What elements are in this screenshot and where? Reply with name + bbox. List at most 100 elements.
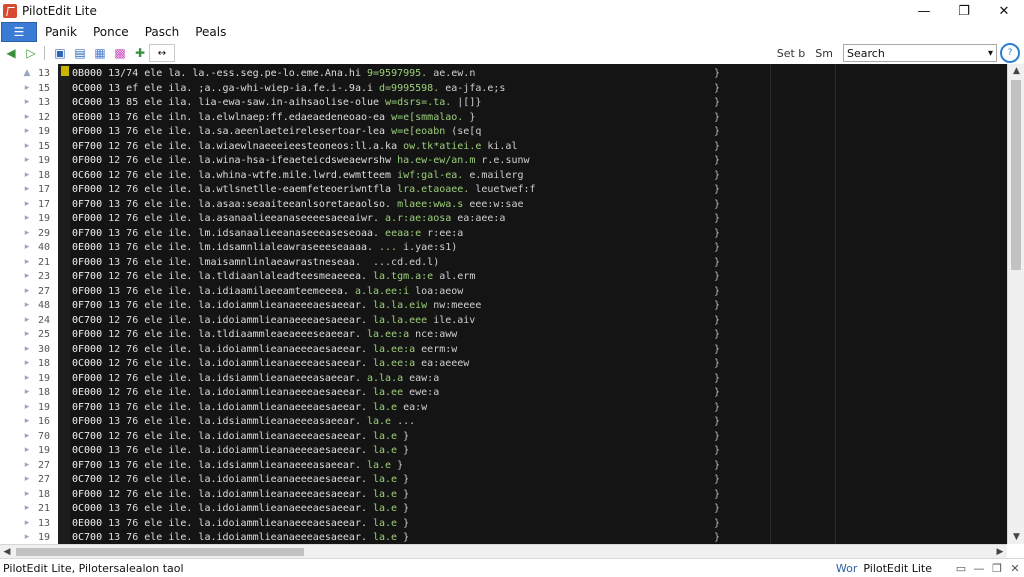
code-line[interactable]: 0F000 12 76 ele ile. la.wtlsnetlle-eaemfe… — [72, 184, 712, 197]
expand-arrow-icon[interactable]: ▸ — [22, 112, 32, 122]
code-line[interactable]: 0F700 13 76 ele ile. la.asaa:seaaiteeanls… — [72, 199, 712, 212]
code-line[interactable]: 0C000 12 76 ele ile. la.idoiammlieanaeeea… — [72, 358, 712, 371]
expand-arrow-icon[interactable]: ▸ — [22, 358, 32, 368]
save-icon[interactable]: ▣ — [51, 44, 69, 62]
code-line[interactable]: 0F000 12 76 ele ile. la.idsiammlieanaeeea… — [72, 373, 712, 386]
expand-arrow-icon[interactable]: ▸ — [22, 286, 32, 296]
fold-marker-icon[interactable] — [61, 66, 69, 76]
expand-arrow-icon[interactable]: ▸ — [22, 489, 32, 499]
sm-label[interactable]: Sm — [815, 47, 833, 60]
forward-icon[interactable]: ▷ — [22, 44, 40, 62]
code-line[interactable]: 0F000 12 76 ele ile. la.asanaalieeanaseee… — [72, 213, 712, 226]
expand-arrow-icon[interactable]: ▸ — [22, 184, 32, 194]
search-input[interactable]: Search ▾ — [843, 44, 997, 62]
expand-arrow-icon[interactable]: ▸ — [22, 228, 32, 238]
app-menu-button[interactable]: ☰ — [1, 22, 37, 42]
code-line[interactable]: 0E000 13 76 ele ile. la.idoiammlieanaeeea… — [72, 518, 712, 531]
menu-item-pasch[interactable]: Pasch — [137, 25, 188, 39]
code-line[interactable]: 0B000 13/74 ele la. la.-ess.seg.pe-lo.eme… — [72, 68, 712, 81]
image-icon[interactable]: ▦ — [91, 44, 109, 62]
restore-icon[interactable]: ❐ — [988, 559, 1006, 577]
expand-arrow-icon[interactable]: ▸ — [22, 271, 32, 281]
expand-arrow-icon[interactable]: ▸ — [22, 344, 32, 354]
code-line[interactable]: 0F000 12 76 ele ile. la.tldiaammleaeaeees… — [72, 329, 712, 342]
maximize-button[interactable]: ❐ — [944, 0, 984, 22]
menu-item-panik[interactable]: Panik — [37, 25, 85, 39]
open-icon[interactable]: ▤ — [71, 44, 89, 62]
expand-arrow-icon[interactable]: ▸ — [22, 141, 32, 151]
expand-arrow-icon[interactable]: ▸ — [22, 213, 32, 223]
minus-icon[interactable]: — — [970, 559, 988, 577]
code-line[interactable]: 0F700 13 76 ele ile. la.idoiammlieanaeeea… — [72, 402, 712, 415]
expand-arrow-icon[interactable]: ▸ — [22, 155, 32, 165]
expand-arrow-icon[interactable]: ▸ — [22, 373, 32, 383]
code-line[interactable]: 0C000 13 85 ele ila. lia-ewa-saw.in-aihsa… — [72, 97, 712, 110]
code-line[interactable]: 0E000 13 76 ele iln. la.elwlnaep:ff.edaea… — [72, 112, 712, 125]
chevron-down-icon[interactable]: ▾ — [988, 48, 993, 59]
expand-arrow-icon[interactable]: ▸ — [22, 126, 32, 136]
scroll-left-icon[interactable]: ◀ — [0, 545, 14, 559]
search-go-icon[interactable]: ? — [1000, 43, 1020, 63]
code-line[interactable]: 0E000 12 76 ele ile. la.idoiammlieanaeeea… — [72, 387, 712, 400]
menu-item-ponce[interactable]: Ponce — [85, 25, 137, 39]
code-line[interactable]: 0F000 13 76 ele ile. la.idiaamilaeeamteem… — [72, 286, 712, 299]
scroll-up-icon[interactable]: ▲ — [1008, 64, 1024, 78]
expand-arrow-icon[interactable]: ▸ — [22, 431, 32, 441]
expand-arrow-icon[interactable]: ▸ — [22, 445, 32, 455]
code-line[interactable]: 0C600 12 76 ele ile. la.whina-wtfe.mile.l… — [72, 170, 712, 183]
expand-arrow-icon[interactable]: ▸ — [22, 416, 32, 426]
code-line[interactable]: 0F000 12 76 ele ile. la.wina-hsa-ifeaetei… — [72, 155, 712, 168]
expand-arrow-icon[interactable]: ▸ — [22, 242, 32, 252]
expand-arrow-icon[interactable]: ▸ — [22, 170, 32, 180]
code-line[interactable]: 0C700 12 76 ele ile. la.idoiammlieanaeeea… — [72, 431, 712, 444]
expand-arrow-icon[interactable]: ▸ — [22, 474, 32, 484]
code-line[interactable]: 0F700 13 76 ele ile. lm.idsanaalieeanasee… — [72, 228, 712, 241]
expand-arrow-icon[interactable]: ▸ — [22, 257, 32, 267]
expand-arrow-icon[interactable]: ▸ — [22, 518, 32, 528]
code-line[interactable]: 0C700 13 76 ele ile. la.idoiammlieanaeeea… — [72, 532, 712, 544]
vertical-scrollbar[interactable]: ▲ ▼ — [1007, 64, 1024, 544]
expand-arrow-icon[interactable]: ▸ — [22, 300, 32, 310]
code-line[interactable]: 0F000 13 76 ele ile. la.sa.aeenlaeteirele… — [72, 126, 712, 139]
close-icon[interactable]: ✕ — [1006, 559, 1024, 577]
chart-icon[interactable]: ▩ — [111, 44, 129, 62]
menu-item-peals[interactable]: Peals — [187, 25, 234, 39]
back-icon[interactable]: ◀ — [2, 44, 20, 62]
code-line[interactable]: 0C000 13 76 ele ile. la.idoiammlieanaeeea… — [72, 503, 712, 516]
scroll-right-icon[interactable]: ▶ — [993, 545, 1007, 559]
code-line[interactable]: 0C000 13 76 ele ile. la.idoiammlieanaeeea… — [72, 445, 712, 458]
code-line[interactable]: 0C700 12 76 ele ile. la.idoiammlieanaeeea… — [72, 315, 712, 328]
code-line[interactable]: 0F700 12 76 ele ile. la.wiaewlnaeeeieeste… — [72, 141, 712, 154]
close-button[interactable]: ✕ — [984, 0, 1024, 22]
code-line[interactable]: 0F000 12 76 ele ile. la.idoiammlieanaeeea… — [72, 344, 712, 357]
code-editor[interactable]: ▲ 13 ▸ 15 ▸ 13 ▸ 12 ▸ 19 ▸ 15 ▸ 19 ▸ 18 ▸ 17 ▸ 17 ▸ 19 ▸ 29 ▸ 40 ▸… — [0, 64, 1007, 544]
expand-arrow-icon[interactable]: ▸ — [22, 329, 32, 339]
expand-arrow-icon[interactable]: ▸ — [22, 199, 32, 209]
code-line[interactable]: 0E000 13 76 ele ile. lm.idsamnlialeawrase… — [72, 242, 712, 255]
expand-arrow-icon[interactable]: ▸ — [22, 532, 32, 542]
code-line[interactable]: 0C000 13 ef ele ila. ;a..ga-whi-wiep-ia.f… — [72, 83, 712, 96]
status-mode[interactable]: Wor — [836, 562, 857, 575]
pin-icon[interactable]: ✚ — [131, 44, 149, 62]
expand-arrow-icon[interactable]: ▸ — [22, 83, 32, 93]
set-b-label[interactable]: Set b — [777, 47, 806, 60]
expand-arrow-icon[interactable]: ▸ — [22, 315, 32, 325]
expand-arrow-icon[interactable]: ▸ — [22, 402, 32, 412]
expand-arrow-icon[interactable]: ▸ — [22, 460, 32, 470]
minimize-button[interactable]: — — [904, 0, 944, 22]
expand-arrow-icon[interactable]: ▸ — [22, 387, 32, 397]
code-line[interactable]: 0F700 13 76 ele ile. la.idsiammlieanaeeea… — [72, 460, 712, 473]
horizontal-scrollbar[interactable]: ◀ ▶ — [0, 544, 1007, 559]
expand-arrow-icon[interactable]: ▸ — [22, 97, 32, 107]
collapse-up-icon[interactable]: ▲ — [22, 68, 32, 78]
code-line[interactable]: 0F700 12 76 ele ile. la.tldiaanlaleadtees… — [72, 271, 712, 284]
horizontal-scroll-thumb[interactable] — [16, 548, 304, 556]
vertical-scroll-thumb[interactable] — [1011, 80, 1021, 270]
expand-arrow-icon[interactable]: ▸ — [22, 503, 32, 513]
toggle-icon[interactable]: ↔ — [149, 44, 175, 62]
code-line[interactable]: 0F000 13 76 ele ile. lmaisamnlinlaeawrast… — [72, 257, 712, 270]
scroll-down-icon[interactable]: ▼ — [1008, 530, 1024, 544]
code-line[interactable]: 0F000 12 76 ele ile. la.idoiammlieanaeeea… — [72, 489, 712, 502]
panel-icon[interactable]: ▭ — [952, 559, 970, 577]
code-line[interactable]: 0C700 12 76 ele ile. la.idoiammlieanaeeea… — [72, 474, 712, 487]
